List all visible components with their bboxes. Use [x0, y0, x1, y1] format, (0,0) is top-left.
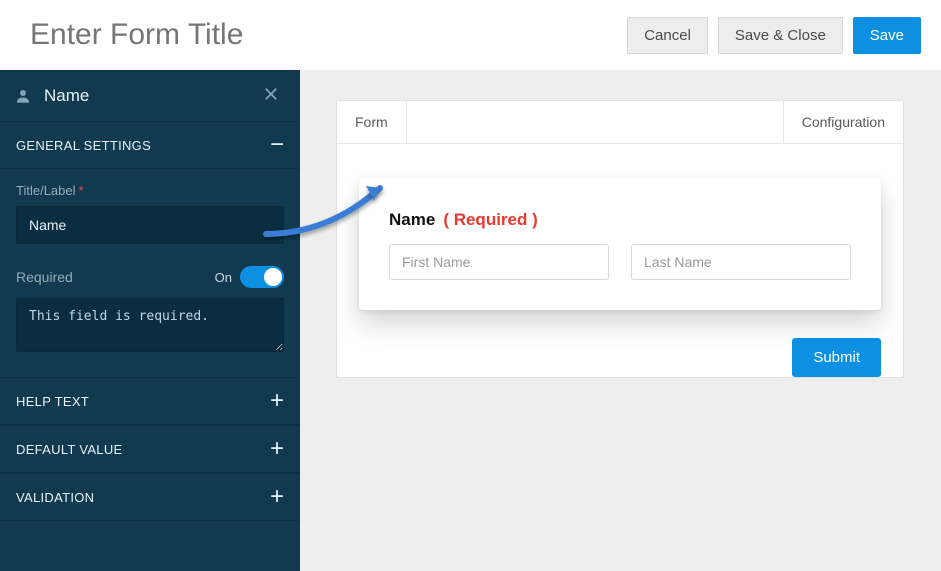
- cancel-button[interactable]: Cancel: [627, 17, 708, 54]
- required-toggle[interactable]: [240, 266, 284, 288]
- section-label: HELP TEXT: [16, 394, 89, 409]
- tab-form[interactable]: Form: [337, 101, 407, 143]
- form-title-input[interactable]: [30, 18, 390, 52]
- form-canvas: Form Configuration Name ( Required ): [300, 70, 941, 571]
- section-general-body: Title/Label* Required On: [0, 169, 300, 377]
- required-label: Required: [16, 269, 73, 285]
- expand-icon: +: [270, 488, 284, 506]
- tab-configuration[interactable]: Configuration: [784, 101, 903, 143]
- submit-button[interactable]: Submit: [792, 338, 881, 377]
- required-badge: ( Required ): [443, 210, 537, 230]
- close-icon[interactable]: [256, 81, 286, 111]
- save-close-button[interactable]: Save & Close: [718, 17, 843, 54]
- section-label: VALIDATION: [16, 490, 94, 505]
- section-label: DEFAULT VALUE: [16, 442, 123, 457]
- sidebar-header: Name: [0, 71, 300, 121]
- tabs: Form Configuration: [337, 101, 903, 144]
- toggle-state-text: On: [215, 270, 232, 285]
- last-name-input[interactable]: [631, 244, 851, 280]
- header-bar: Cancel Save & Close Save: [0, 0, 941, 70]
- section-label: GENERAL SETTINGS: [16, 138, 151, 153]
- sidebar-field-title: Name: [44, 86, 244, 106]
- first-name-input[interactable]: [389, 244, 609, 280]
- title-label: Title/Label*: [16, 183, 284, 198]
- header-buttons: Cancel Save & Close Save: [627, 17, 921, 54]
- section-default-value[interactable]: DEFAULT VALUE +: [0, 425, 300, 473]
- field-head: Name ( Required ): [389, 210, 851, 230]
- preview-card: Form Configuration Name ( Required ): [336, 100, 904, 378]
- collapse-icon: −: [270, 136, 284, 154]
- tab-spacer: [407, 101, 784, 143]
- title-input[interactable]: [16, 206, 284, 244]
- expand-icon: +: [270, 440, 284, 458]
- required-message-input[interactable]: [16, 298, 284, 352]
- save-button[interactable]: Save: [853, 17, 921, 54]
- expand-icon: +: [270, 392, 284, 410]
- section-validation[interactable]: VALIDATION +: [0, 473, 300, 521]
- required-star-icon: *: [79, 183, 84, 198]
- name-field-card: Name ( Required ): [359, 178, 881, 310]
- section-general-settings[interactable]: GENERAL SETTINGS −: [0, 121, 300, 169]
- field-label: Name: [389, 210, 435, 230]
- person-icon: [14, 87, 32, 105]
- section-help-text[interactable]: HELP TEXT +: [0, 377, 300, 425]
- field-config-sidebar: Name GENERAL SETTINGS − Title/Label* Req…: [0, 70, 300, 571]
